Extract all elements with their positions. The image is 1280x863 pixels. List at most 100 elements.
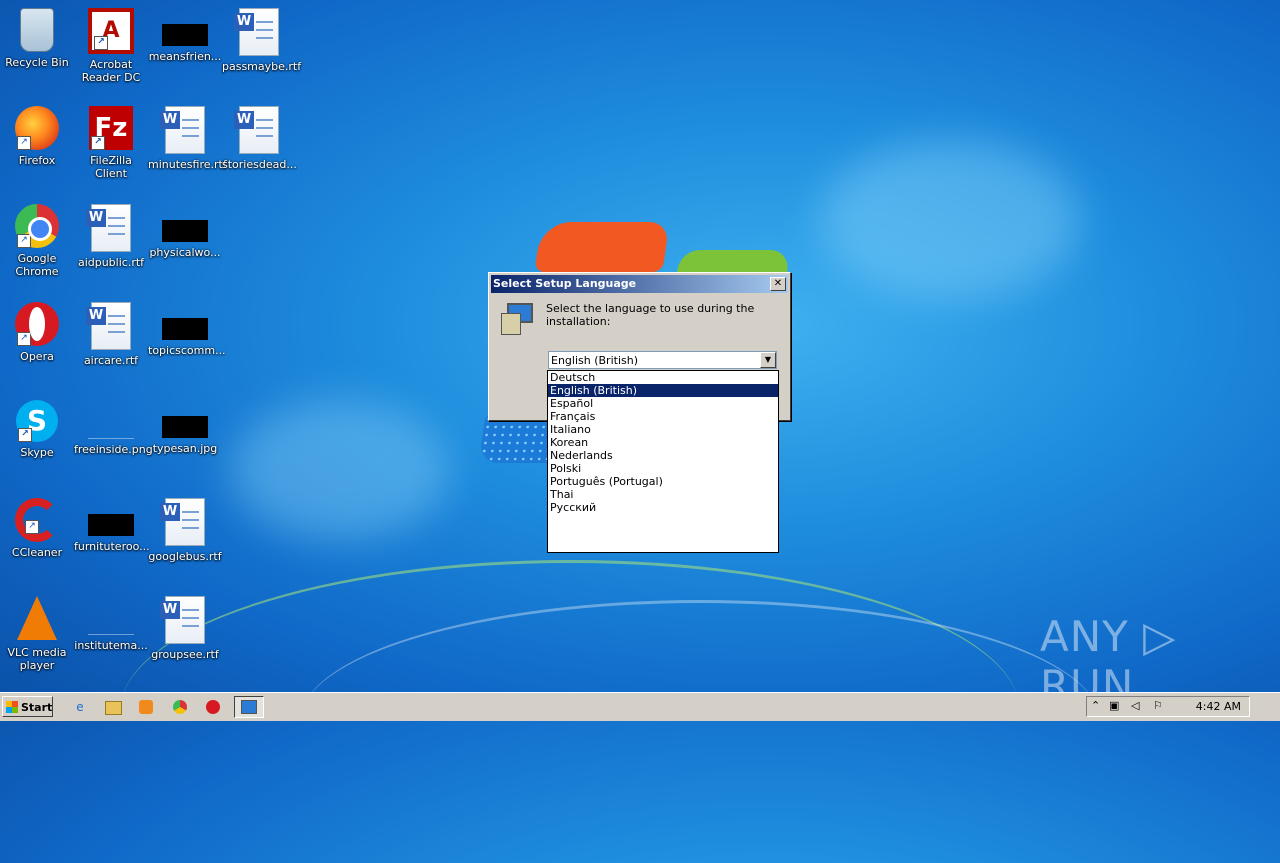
- setup-installer-icon: [501, 303, 533, 335]
- desktop-icon-aidpublic[interactable]: W aidpublic.rtf: [74, 198, 148, 269]
- desktop-icon-label: Recycle Bin: [5, 56, 69, 69]
- desktop-icon-label: passmaybe.rtf: [222, 60, 302, 73]
- shortcut-arrow-icon: ↗: [94, 36, 108, 50]
- opera-icon: ↗: [15, 302, 59, 346]
- shortcut-arrow-icon: ↗: [25, 520, 39, 534]
- desktop-icon-passmaybe[interactable]: W passmaybe.rtf: [222, 2, 302, 73]
- language-select[interactable]: English (British) ▼: [548, 351, 777, 369]
- desktop-icon-label: FileZilla Client: [90, 154, 132, 180]
- desktop-icon-label: institutema...: [74, 639, 148, 652]
- language-option[interactable]: Thai: [548, 488, 778, 501]
- network-icon[interactable]: ▣: [1109, 699, 1119, 712]
- desktop-icon-furnituteroo[interactable]: furnituteroo...: [74, 492, 150, 553]
- chrome-icon: ↗: [15, 204, 59, 248]
- file-thumbnail-icon: [162, 318, 208, 340]
- system-tray: ⌃ ▣ ◁ ⚐ 4:42 AM: [1086, 696, 1250, 717]
- desktop-icon-physicalwo[interactable]: physicalwo...: [148, 198, 222, 259]
- media-player-icon[interactable]: [137, 698, 155, 716]
- close-button[interactable]: ✕: [770, 277, 786, 291]
- desktop-icon-label: furnituteroo...: [74, 540, 150, 553]
- desktop-icon-vlc[interactable]: VLC media player: [0, 590, 74, 672]
- dialog-titlebar[interactable]: Select Setup Language ✕: [491, 275, 788, 293]
- desktop-icon-ccleaner[interactable]: ↗ CCleaner: [0, 492, 74, 559]
- file-explorer-icon[interactable]: [104, 698, 122, 716]
- language-option[interactable]: Português (Portugal): [548, 475, 778, 488]
- word-document-icon: W: [234, 106, 279, 154]
- desktop-icon-topicscomm[interactable]: topicscomm...: [148, 296, 226, 357]
- clock[interactable]: 4:42 AM: [1196, 700, 1241, 713]
- taskbar: Start e ⌃ ▣ ◁ ⚐ 4:42 AM: [0, 692, 1280, 721]
- desktop-icon-groupsee[interactable]: W groupsee.rtf: [148, 590, 222, 661]
- desktop-icon-freeinside[interactable]: freeinside.png: [74, 394, 153, 456]
- desktop-icon-storiesdead[interactable]: W storiesdead...: [222, 100, 297, 171]
- desktop-icon-filezilla[interactable]: Fz ↗ FileZilla Client: [74, 100, 148, 180]
- start-label: Start: [21, 701, 53, 714]
- language-option[interactable]: Deutsch: [548, 371, 778, 384]
- language-option[interactable]: Español: [548, 397, 778, 410]
- chevron-down-icon[interactable]: ▼: [760, 352, 776, 368]
- opera-taskbar-icon[interactable]: [204, 698, 222, 716]
- windows-logo-red: [534, 222, 670, 272]
- internet-explorer-icon[interactable]: e: [71, 698, 89, 716]
- desktop-icon-label: physicalwo...: [149, 246, 221, 259]
- word-document-icon: W: [160, 596, 205, 644]
- acrobat-icon: A ↗: [88, 8, 134, 54]
- desktop-icon-label: typesan.jpg: [152, 442, 218, 455]
- desktop-icon-label: VLC media player: [7, 646, 67, 672]
- file-thumbnail-icon: [162, 24, 208, 46]
- dialog-prompt: Select the language to use during the in…: [546, 302, 755, 328]
- vlc-cone-icon: [17, 596, 57, 640]
- desktop-icon-acrobat[interactable]: A ↗ Acrobat Reader DC: [74, 2, 148, 84]
- desktop-icon-label: freeinside.png: [74, 443, 153, 456]
- desktop-icon-recycle-bin[interactable]: Recycle Bin: [0, 2, 74, 69]
- desktop-icon-label: Opera: [20, 350, 54, 363]
- language-option[interactable]: Polski: [548, 462, 778, 475]
- desktop-icon-label: CCleaner: [11, 546, 63, 559]
- desktop-icon-opera[interactable]: ↗ Opera: [0, 296, 74, 363]
- image-file-icon: [88, 416, 134, 439]
- desktop-icon-label: storiesdead...: [222, 158, 297, 171]
- language-option[interactable]: Italiano: [548, 423, 778, 436]
- desktop-icon-label: aircare.rtf: [83, 354, 139, 367]
- desktop-icon-aircare[interactable]: W aircare.rtf: [74, 296, 148, 367]
- volume-icon[interactable]: ◁: [1131, 699, 1139, 712]
- language-option[interactable]: Français: [548, 410, 778, 423]
- language-option[interactable]: Nederlands: [548, 449, 778, 462]
- desktop-icon-googlebus[interactable]: W googlebus.rtf: [148, 492, 222, 563]
- desktop-icon-minutesfire[interactable]: W minutesfire.rtf: [148, 100, 227, 171]
- file-thumbnail-icon: [88, 612, 134, 635]
- shortcut-arrow-icon: ↗: [91, 136, 105, 150]
- show-hidden-icons-icon[interactable]: ⌃: [1091, 699, 1100, 712]
- desktop-icon-meansfrien[interactable]: meansfrien...: [148, 2, 222, 63]
- desktop-icon-label: Acrobat Reader DC: [81, 58, 141, 84]
- setup-taskbar-button[interactable]: [234, 696, 264, 718]
- desktop-icon-institutema[interactable]: institutema...: [74, 590, 148, 652]
- chrome-taskbar-icon[interactable]: [171, 698, 189, 716]
- desktop-icon-label: minutesfire.rtf: [148, 158, 227, 171]
- image-file-icon: [162, 416, 208, 438]
- skype-icon: S ↗: [16, 400, 58, 442]
- word-document-icon: W: [86, 204, 131, 252]
- desktop-icon-skype[interactable]: S ↗ Skype: [0, 394, 74, 459]
- start-button[interactable]: Start: [2, 696, 53, 717]
- word-document-icon: W: [160, 498, 205, 546]
- word-document-icon: W: [234, 8, 279, 56]
- language-option[interactable]: Korean: [548, 436, 778, 449]
- language-select-value: English (British): [551, 354, 638, 367]
- language-option[interactable]: Русский: [548, 501, 778, 514]
- desktop-icon-firefox[interactable]: ↗ Firefox: [0, 100, 74, 167]
- shortcut-arrow-icon: ↗: [17, 136, 31, 150]
- action-center-flag-icon[interactable]: ⚐: [1153, 699, 1163, 712]
- filezilla-icon: Fz ↗: [89, 106, 133, 150]
- shortcut-arrow-icon: ↗: [18, 428, 32, 442]
- language-dropdown-list[interactable]: Deutsch English (British) Español França…: [547, 370, 779, 553]
- desktop-icon-label: Skype: [20, 446, 54, 459]
- desktop-icon-label: aidpublic.rtf: [77, 256, 145, 269]
- desktop-icon-label: googlebus.rtf: [148, 550, 222, 563]
- language-option-selected[interactable]: English (British): [548, 384, 778, 397]
- desktop-icon-chrome[interactable]: ↗ Google Chrome: [0, 198, 74, 278]
- desktop-icon-label: groupsee.rtf: [151, 648, 219, 661]
- shortcut-arrow-icon: ↗: [17, 332, 31, 346]
- file-thumbnail-icon: [162, 220, 208, 242]
- desktop-icon-typesan[interactable]: typesan.jpg: [148, 394, 222, 455]
